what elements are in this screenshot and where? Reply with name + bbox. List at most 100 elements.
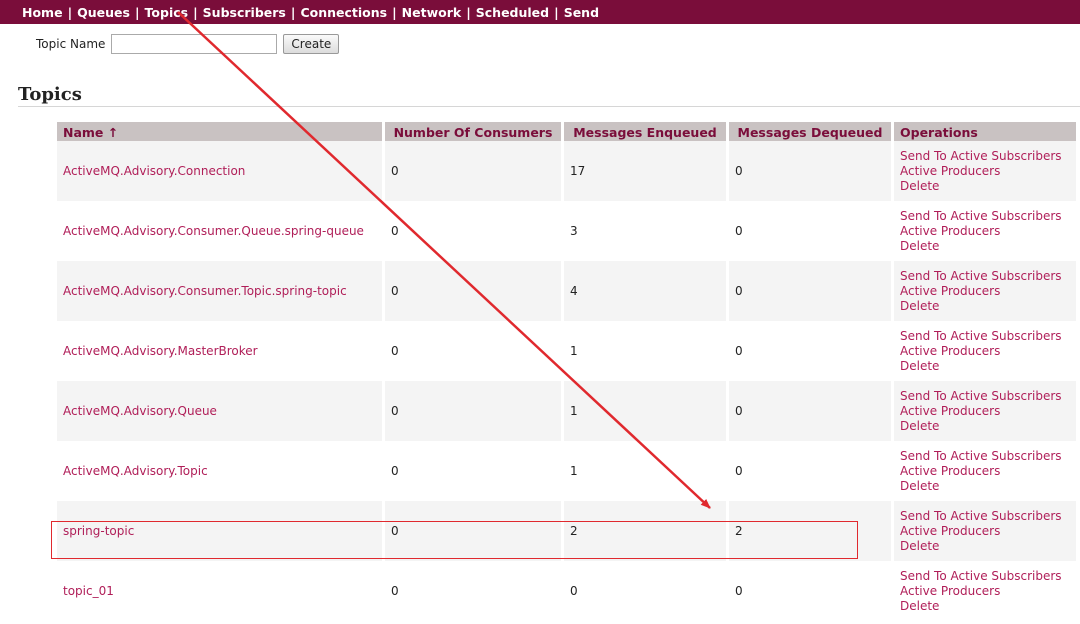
delete-link[interactable]: Delete	[900, 599, 1070, 614]
cell-operations: Send To Active Subscribers Active Produce…	[894, 261, 1076, 321]
topic-link[interactable]: ActiveMQ.Advisory.MasterBroker	[63, 344, 258, 358]
topic-name-label: Topic Name	[36, 37, 106, 51]
nav-link-subscribers[interactable]: Subscribers	[203, 5, 286, 20]
topic-link[interactable]: ActiveMQ.Advisory.Consumer.Topic.spring-…	[63, 284, 347, 298]
active-producers-link[interactable]: Active Producers	[900, 464, 1070, 479]
cell-operations: Send To Active Subscribers Active Produce…	[894, 501, 1076, 561]
cell-consumers: 0	[385, 441, 561, 501]
table-header-row: Name ↑ Number Of Consumers Messages Enqu…	[57, 122, 1076, 141]
delete-link[interactable]: Delete	[900, 479, 1070, 494]
cell-name: ActiveMQ.Advisory.Queue	[57, 381, 382, 441]
delete-link[interactable]: Delete	[900, 419, 1070, 434]
table-row: topic_01 0 0 0 Send To Active Subscribers Act…	[57, 561, 1076, 621]
active-producers-link[interactable]: Active Producers	[900, 524, 1070, 539]
nav-link-connections[interactable]: Connections	[300, 5, 387, 20]
active-producers-link[interactable]: Active Producers	[900, 224, 1070, 239]
topics-table: Name ↑ Number Of Consumers Messages Enqu…	[54, 122, 1079, 621]
topic-link[interactable]: spring-topic	[63, 524, 134, 538]
topic-link[interactable]: topic_01	[63, 584, 114, 598]
cell-dequeued: 0	[729, 441, 891, 501]
cell-consumers: 0	[385, 321, 561, 381]
table-row: ActiveMQ.Advisory.Queue 0 1 0 Send To Active…	[57, 381, 1076, 441]
cell-dequeued: 0	[729, 141, 891, 201]
column-header-consumers[interactable]: Number Of Consumers	[385, 122, 561, 141]
send-to-active-subscribers-link[interactable]: Send To Active Subscribers	[900, 209, 1070, 224]
cell-name: ActiveMQ.Advisory.Topic	[57, 441, 382, 501]
table-row: ActiveMQ.Advisory.Topic 0 1 0 Send To Active…	[57, 441, 1076, 501]
cell-enqueued: 4	[564, 261, 726, 321]
delete-link[interactable]: Delete	[900, 179, 1070, 194]
cell-dequeued: 0	[729, 321, 891, 381]
cell-consumers: 0	[385, 261, 561, 321]
nav-link-topics[interactable]: Topics	[145, 5, 189, 20]
active-producers-link[interactable]: Active Producers	[900, 404, 1070, 419]
table-row: ActiveMQ.Advisory.Consumer.Queue.spring-…	[57, 201, 1076, 261]
table-row: ActiveMQ.Advisory.Connection 0 17 0 Send To …	[57, 141, 1076, 201]
nav-link-home[interactable]: Home	[22, 5, 63, 20]
send-to-active-subscribers-link[interactable]: Send To Active Subscribers	[900, 569, 1070, 584]
column-header-enqueued[interactable]: Messages Enqueued	[564, 122, 726, 141]
cell-enqueued: 1	[564, 321, 726, 381]
send-to-active-subscribers-link[interactable]: Send To Active Subscribers	[900, 389, 1070, 404]
topic-link[interactable]: ActiveMQ.Advisory.Connection	[63, 164, 245, 178]
nav-link-queues[interactable]: Queues	[77, 5, 130, 20]
cell-consumers: 0	[385, 381, 561, 441]
send-to-active-subscribers-link[interactable]: Send To Active Subscribers	[900, 329, 1070, 344]
cell-dequeued: 0	[729, 381, 891, 441]
table-row: spring-topic 0 2 2 Send To Active Subscriber…	[57, 501, 1076, 561]
top-nav-bar: Home | Queues | Topics | Subscribers | Connectio…	[0, 0, 1080, 24]
cell-name: topic_01	[57, 561, 382, 621]
cell-consumers: 0	[385, 561, 561, 621]
title-divider	[18, 106, 1080, 107]
active-producers-link[interactable]: Active Producers	[900, 584, 1070, 599]
active-producers-link[interactable]: Active Producers	[900, 284, 1070, 299]
cell-name: spring-topic	[57, 501, 382, 561]
cell-dequeued: 0	[729, 201, 891, 261]
cell-name: ActiveMQ.Advisory.Consumer.Queue.spring-…	[57, 201, 382, 261]
table-row: ActiveMQ.Advisory.Consumer.Topic.spring-…	[57, 261, 1076, 321]
send-to-active-subscribers-link[interactable]: Send To Active Subscribers	[900, 269, 1070, 284]
topic-name-input[interactable]	[111, 34, 278, 54]
delete-link[interactable]: Delete	[900, 359, 1070, 374]
cell-operations: Send To Active Subscribers Active Produce…	[894, 381, 1076, 441]
active-producers-link[interactable]: Active Producers	[900, 164, 1070, 179]
delete-link[interactable]: Delete	[900, 239, 1070, 254]
cell-name: ActiveMQ.Advisory.MasterBroker	[57, 321, 382, 381]
cell-consumers: 0	[385, 501, 561, 561]
nav-separator: |	[392, 5, 397, 20]
cell-dequeued: 0	[729, 561, 891, 621]
column-header-dequeued[interactable]: Messages Dequeued	[729, 122, 891, 141]
create-topic-form: Topic Name Create	[36, 33, 340, 55]
active-producers-link[interactable]: Active Producers	[900, 344, 1070, 359]
cell-name: ActiveMQ.Advisory.Connection	[57, 141, 382, 201]
cell-operations: Send To Active Subscribers Active Produce…	[894, 141, 1076, 201]
send-to-active-subscribers-link[interactable]: Send To Active Subscribers	[900, 509, 1070, 524]
topic-link[interactable]: ActiveMQ.Advisory.Consumer.Queue.spring-…	[63, 224, 364, 238]
nav-link-scheduled[interactable]: Scheduled	[476, 5, 549, 20]
nav-separator: |	[554, 5, 559, 20]
nav-separator: |	[67, 5, 73, 20]
send-to-active-subscribers-link[interactable]: Send To Active Subscribers	[900, 449, 1070, 464]
topic-link[interactable]: ActiveMQ.Advisory.Topic	[63, 464, 208, 478]
topic-link[interactable]: ActiveMQ.Advisory.Queue	[63, 404, 217, 418]
nav-separator: |	[466, 5, 471, 20]
nav-link-send[interactable]: Send	[564, 5, 599, 20]
cell-enqueued: 2	[564, 501, 726, 561]
cell-dequeued: 2	[729, 501, 891, 561]
delete-link[interactable]: Delete	[900, 539, 1070, 554]
nav-link-network[interactable]: Network	[402, 5, 462, 20]
cell-consumers: 0	[385, 201, 561, 261]
cell-operations: Send To Active Subscribers Active Produce…	[894, 201, 1076, 261]
nav-separator: |	[193, 5, 198, 20]
send-to-active-subscribers-link[interactable]: Send To Active Subscribers	[900, 149, 1070, 164]
page-title: Topics	[18, 84, 82, 105]
column-header-name[interactable]: Name ↑	[57, 122, 382, 141]
cell-consumers: 0	[385, 141, 561, 201]
cell-name: ActiveMQ.Advisory.Consumer.Topic.spring-…	[57, 261, 382, 321]
delete-link[interactable]: Delete	[900, 299, 1070, 314]
table-row: ActiveMQ.Advisory.MasterBroker 0 1 0 Send To…	[57, 321, 1076, 381]
nav-separator: |	[290, 5, 296, 20]
cell-dequeued: 0	[729, 261, 891, 321]
create-button[interactable]: Create	[283, 34, 340, 54]
cell-enqueued: 17	[564, 141, 726, 201]
